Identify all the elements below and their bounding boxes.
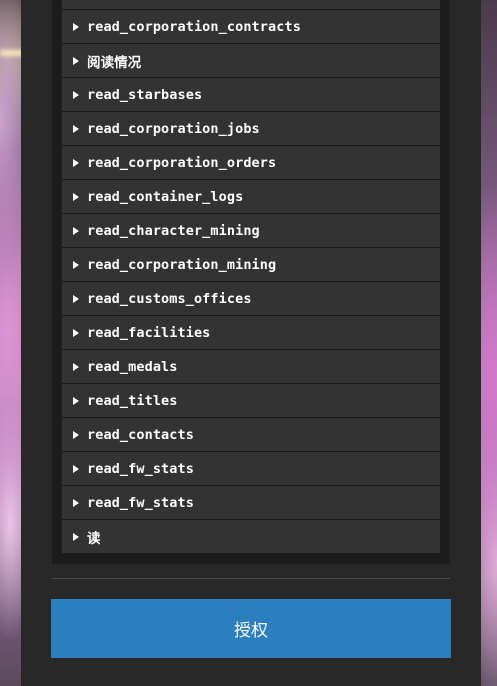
scope-item[interactable]: read_contacts	[62, 418, 440, 451]
scope-item[interactable]: read_corporation_contracts	[62, 10, 440, 43]
scope-item[interactable]: read_corporation_jobs	[62, 112, 440, 145]
expand-triangle-icon	[73, 56, 79, 65]
scope-item[interactable]: read_character_mining	[62, 214, 440, 247]
scope-item[interactable]: read_customs_offices	[62, 282, 440, 315]
scope-item[interactable]: read_container_logs	[62, 180, 440, 213]
scope-item[interactable]: read_fw_stats	[62, 452, 440, 485]
expand-triangle-icon	[73, 22, 79, 31]
expand-triangle-icon	[73, 464, 79, 473]
divider	[52, 578, 450, 579]
expand-triangle-icon	[73, 158, 79, 167]
scope-label: 读	[87, 530, 101, 547]
scope-list-container[interactable]: read_corporation_contracts 阅读情况 read_sta…	[52, 0, 450, 564]
expand-triangle-icon	[73, 260, 79, 269]
expand-triangle-icon	[73, 532, 79, 541]
scope-label: read_corporation_contracts	[87, 18, 301, 35]
scope-item[interactable]: 读	[62, 520, 440, 553]
scope-item[interactable]: read_facilities	[62, 316, 440, 349]
expand-triangle-icon	[73, 498, 79, 507]
authorization-panel: read_corporation_contracts 阅读情况 read_sta…	[21, 0, 481, 686]
scope-label: 阅读情况	[87, 54, 142, 71]
scope-label: read_container_logs	[87, 188, 244, 205]
authorize-button[interactable]: 授权	[51, 599, 451, 658]
scope-label: read_facilities	[87, 324, 211, 341]
scope-label: read_character_mining	[87, 222, 260, 239]
expand-triangle-icon	[73, 90, 79, 99]
expand-triangle-icon	[73, 328, 79, 337]
scope-item-partial[interactable]	[62, 0, 440, 9]
scope-item[interactable]: read_corporation_mining	[62, 248, 440, 281]
expand-triangle-icon	[73, 362, 79, 371]
expand-triangle-icon	[73, 294, 79, 303]
expand-triangle-icon	[73, 430, 79, 439]
scope-label: read_medals	[87, 358, 178, 375]
scope-item[interactable]: read_corporation_orders	[62, 146, 440, 179]
scope-label: read_customs_offices	[87, 290, 252, 307]
scope-item[interactable]: read_fw_stats	[62, 486, 440, 519]
scope-item[interactable]: 阅读情况	[62, 44, 440, 77]
scope-label: read_contacts	[87, 426, 194, 443]
scope-label: read_fw_stats	[87, 460, 194, 477]
expand-triangle-icon	[73, 124, 79, 133]
scope-label: read_corporation_mining	[87, 256, 277, 273]
scope-label: read_corporation_jobs	[87, 120, 260, 137]
scope-item[interactable]: read_starbases	[62, 78, 440, 111]
scope-label: read_fw_stats	[87, 494, 194, 511]
scope-item[interactable]: read_titles	[62, 384, 440, 417]
scope-label: read_corporation_orders	[87, 154, 277, 171]
scope-label: read_starbases	[87, 86, 203, 103]
scope-label: read_titles	[87, 392, 178, 409]
scope-list: read_corporation_contracts 阅读情况 read_sta…	[62, 0, 440, 554]
expand-triangle-icon	[73, 396, 79, 405]
scope-item[interactable]: read_medals	[62, 350, 440, 383]
expand-triangle-icon	[73, 226, 79, 235]
expand-triangle-icon	[73, 192, 79, 201]
